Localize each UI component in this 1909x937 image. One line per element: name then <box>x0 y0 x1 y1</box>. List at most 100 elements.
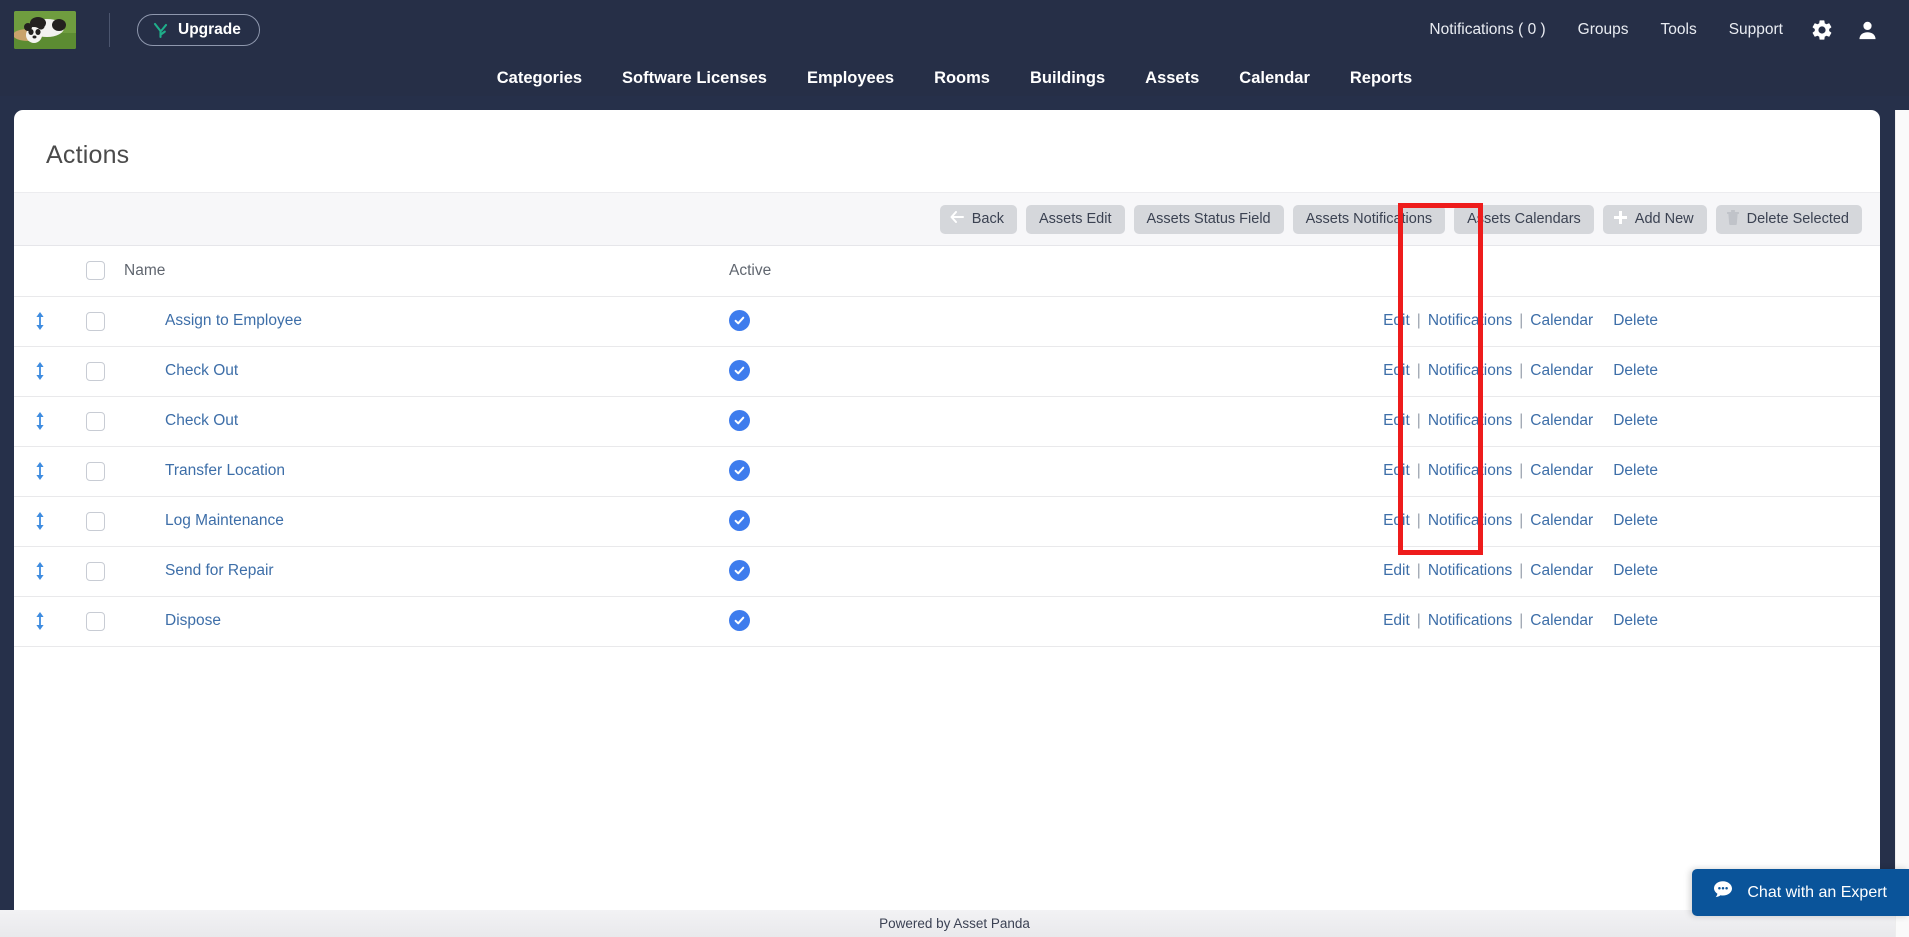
row-delete-link[interactable]: Delete <box>1593 362 1658 379</box>
row-select-checkbox[interactable] <box>85 561 105 581</box>
top-link-support[interactable]: Support <box>1713 21 1799 39</box>
row-notifications-link[interactable]: Notifications <box>1428 412 1512 429</box>
row-calendar-link[interactable]: Calendar <box>1530 462 1593 479</box>
row-edit-link[interactable]: Edit <box>1383 462 1410 479</box>
row-edit-link[interactable]: Edit <box>1383 612 1410 629</box>
row-calendar-link[interactable]: Calendar <box>1530 512 1593 529</box>
top-link-notifications[interactable]: Notifications ( 0 ) <box>1413 21 1561 39</box>
active-check-icon <box>729 410 750 431</box>
active-check-icon <box>729 460 750 481</box>
arrow-left-icon <box>950 211 965 227</box>
select-all-checkbox[interactable] <box>85 261 105 281</box>
row-delete-link[interactable]: Delete <box>1593 462 1658 479</box>
row-drag-cell <box>14 346 66 397</box>
assets-status-field-button[interactable]: Assets Status Field <box>1133 204 1284 234</box>
subnav-item-rooms[interactable]: Rooms <box>914 69 1010 88</box>
drag-handle-icon[interactable] <box>14 361 66 381</box>
upgrade-button[interactable]: Upgrade <box>137 14 260 46</box>
row-actions-cell: Edit | Notifications | Calendar Delete <box>924 396 1880 447</box>
table-body: Assign to Employee Edit | Notifications | Cal… <box>14 296 1880 647</box>
panda-logo[interactable] <box>14 11 76 49</box>
row-name-link[interactable]: Dispose <box>124 612 221 630</box>
row-edit-link[interactable]: Edit <box>1383 312 1410 329</box>
active-check-icon <box>729 510 750 531</box>
vertical-scrollbar[interactable] <box>1895 110 1909 937</box>
row-calendar-link[interactable]: Calendar <box>1530 312 1593 329</box>
row-name-link[interactable]: Assign to Employee <box>124 312 302 330</box>
drag-handle-icon[interactable] <box>14 611 66 631</box>
subnav-item-software-licenses[interactable]: Software Licenses <box>602 69 787 88</box>
row-calendar-link[interactable]: Calendar <box>1530 412 1593 429</box>
row-calendar-link[interactable]: Calendar <box>1530 612 1593 629</box>
row-name-link[interactable]: Log Maintenance <box>124 512 284 530</box>
row-delete-link[interactable]: Delete <box>1593 512 1658 529</box>
assets-calendars-button[interactable]: Assets Calendars <box>1454 204 1594 234</box>
action-separator: | <box>1416 612 1421 629</box>
top-right-menu: Notifications ( 0 ) Groups Tools Support <box>1413 18 1909 42</box>
assets-edit-button[interactable]: Assets Edit <box>1025 204 1125 234</box>
delete-selected-button[interactable]: Delete Selected <box>1715 204 1862 234</box>
row-name-link[interactable]: Check Out <box>124 412 238 430</box>
action-separator: | <box>1519 512 1524 529</box>
row-notifications-link[interactable]: Notifications <box>1428 612 1512 629</box>
row-drag-cell <box>14 396 66 447</box>
row-name-link[interactable]: Send for Repair <box>124 562 274 580</box>
row-delete-link[interactable]: Delete <box>1593 612 1658 629</box>
top-link-groups[interactable]: Groups <box>1562 21 1645 39</box>
assets-calendars-label: Assets Calendars <box>1467 211 1581 227</box>
subnav-item-assets[interactable]: Assets <box>1125 69 1219 88</box>
row-checkbox-cell <box>66 396 124 447</box>
row-checkbox-cell <box>66 296 124 347</box>
chat-with-expert-button[interactable]: Chat with an Expert <box>1692 869 1909 916</box>
subnav-item-calendar[interactable]: Calendar <box>1219 69 1330 88</box>
drag-handle-icon[interactable] <box>14 511 66 531</box>
row-calendar-link[interactable]: Calendar <box>1530 562 1593 579</box>
row-select-checkbox[interactable] <box>85 461 105 481</box>
gear-icon[interactable] <box>1799 18 1845 42</box>
user-icon[interactable] <box>1845 19 1890 42</box>
row-active-cell <box>684 446 924 497</box>
row-drag-cell <box>14 496 66 547</box>
row-delete-link[interactable]: Delete <box>1593 312 1658 329</box>
page-title: Actions <box>46 141 130 169</box>
row-edit-link[interactable]: Edit <box>1383 562 1410 579</box>
row-edit-link[interactable]: Edit <box>1383 412 1410 429</box>
row-notifications-link[interactable]: Notifications <box>1428 512 1512 529</box>
action-separator: | <box>1519 362 1524 379</box>
row-notifications-link[interactable]: Notifications <box>1428 312 1512 329</box>
row-checkbox-cell <box>66 546 124 597</box>
row-calendar-link[interactable]: Calendar <box>1530 362 1593 379</box>
subnav-item-employees[interactable]: Employees <box>787 69 914 88</box>
row-edit-link[interactable]: Edit <box>1383 512 1410 529</box>
row-notifications-link[interactable]: Notifications <box>1428 562 1512 579</box>
row-delete-link[interactable]: Delete <box>1593 562 1658 579</box>
row-select-checkbox[interactable] <box>85 511 105 531</box>
drag-handle-icon[interactable] <box>14 411 66 431</box>
row-select-checkbox[interactable] <box>85 411 105 431</box>
drag-handle-icon[interactable] <box>14 561 66 581</box>
subnav-item-buildings[interactable]: Buildings <box>1010 69 1125 88</box>
back-button[interactable]: Back <box>939 204 1017 234</box>
row-active-cell <box>684 296 924 347</box>
table-row: Assign to Employee Edit | Notifications | Cal… <box>14 296 1880 347</box>
row-name-link[interactable]: Transfer Location <box>124 462 285 480</box>
row-select-checkbox[interactable] <box>85 311 105 331</box>
drag-handle-icon[interactable] <box>14 311 66 331</box>
row-active-cell <box>684 396 924 447</box>
assets-notifications-button[interactable]: Assets Notifications <box>1292 204 1446 234</box>
top-link-tools[interactable]: Tools <box>1645 21 1713 39</box>
row-delete-link[interactable]: Delete <box>1593 412 1658 429</box>
row-select-checkbox[interactable] <box>85 611 105 631</box>
row-name-link[interactable]: Check Out <box>124 362 238 380</box>
drag-handle-icon[interactable] <box>14 461 66 481</box>
add-new-button[interactable]: Add New <box>1602 204 1707 234</box>
subnav-item-reports[interactable]: Reports <box>1330 69 1432 88</box>
subnav-item-categories[interactable]: Categories <box>477 69 602 88</box>
actions-table: Name Active Assign to Employee Edit | Notif… <box>14 246 1880 647</box>
row-notifications-link[interactable]: Notifications <box>1428 462 1512 479</box>
row-select-checkbox[interactable] <box>85 361 105 381</box>
upgrade-label: Upgrade <box>178 21 241 38</box>
upgrade-sprout-icon <box>152 22 169 39</box>
row-edit-link[interactable]: Edit <box>1383 362 1410 379</box>
row-notifications-link[interactable]: Notifications <box>1428 362 1512 379</box>
